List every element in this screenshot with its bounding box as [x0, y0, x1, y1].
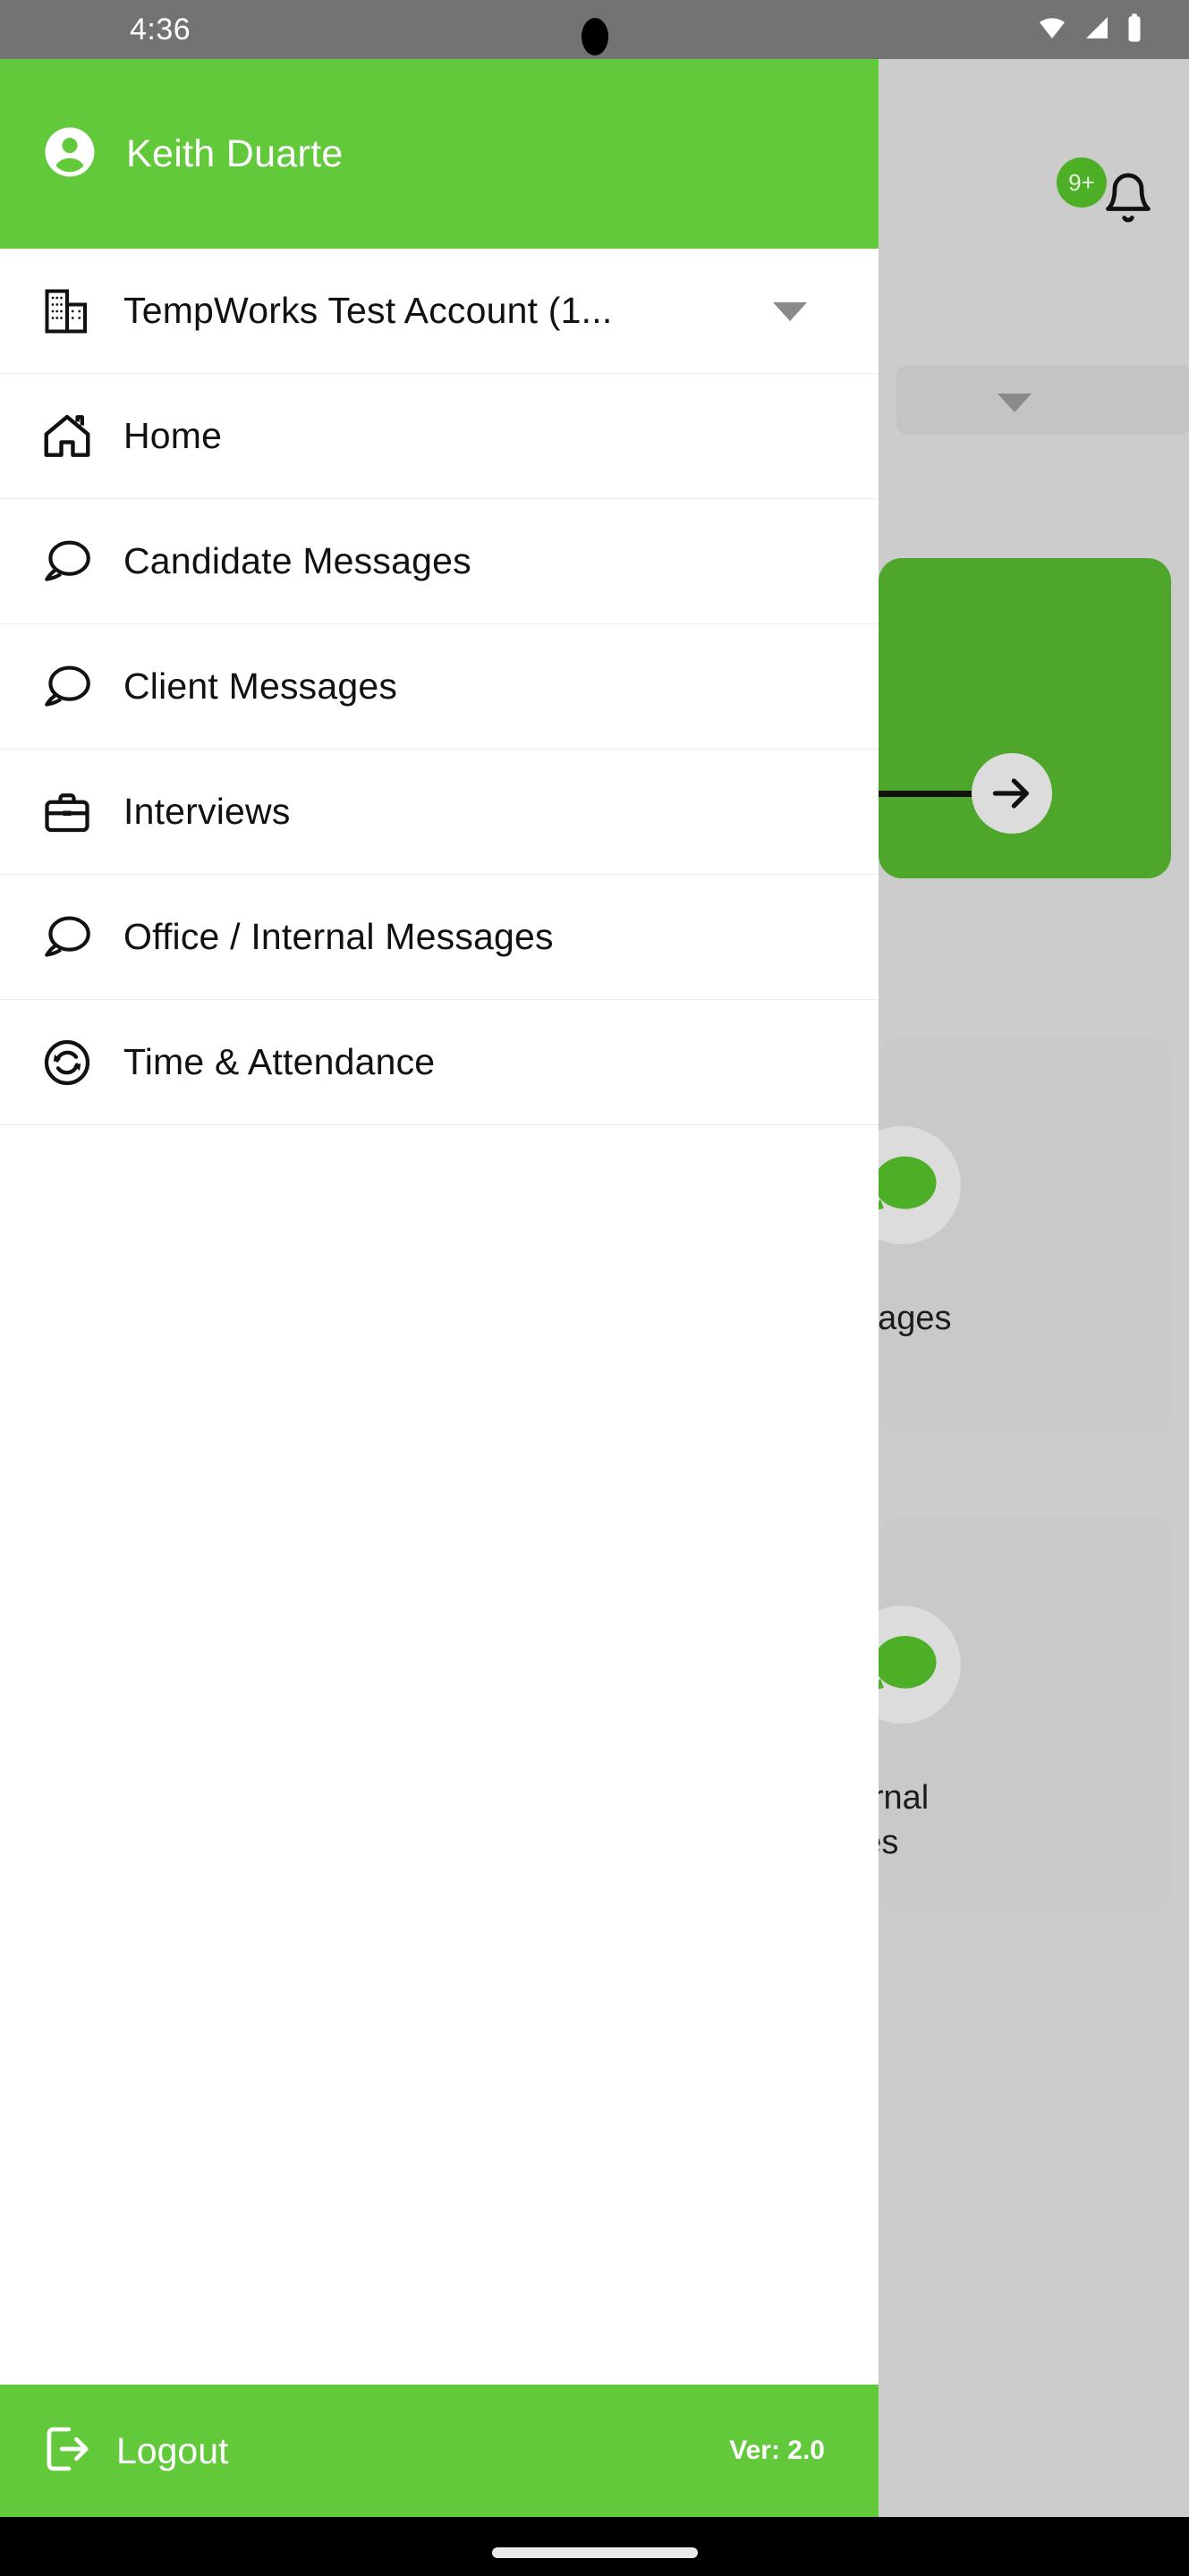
background-green-action-card[interactable] — [870, 558, 1171, 878]
sidebar-item-label: Office / Internal Messages — [123, 916, 554, 957]
status-bar-icons — [1035, 0, 1144, 59]
drawer-user-header[interactable]: Keith Duarte — [0, 59, 879, 249]
sidebar-item-time-attendance[interactable]: Time & Attendance — [0, 1000, 879, 1125]
home-indicator-pill[interactable] — [491, 2547, 698, 2558]
sidebar-item-interviews[interactable]: Interviews — [0, 750, 879, 875]
office-building-icon — [38, 282, 97, 341]
chat-bubble-icon — [38, 908, 97, 967]
drawer-user-name: Keith Duarte — [126, 131, 344, 175]
sidebar-item-client-messages[interactable]: Client Messages — [0, 624, 879, 750]
background-card-label: essages — [825, 1300, 952, 1337]
notification-count-badge: 9+ — [1057, 157, 1107, 208]
logout-label: Logout — [116, 2429, 229, 2471]
account-selector-row[interactable]: TempWorks Test Account (1... — [0, 249, 879, 374]
battery-icon — [1125, 13, 1144, 47]
cellular-signal-icon — [1082, 13, 1112, 47]
user-circle-icon — [40, 123, 99, 186]
account-selector-label: TempWorks Test Account (1... — [123, 290, 613, 331]
logout-button[interactable]: Logout Ver: 2.0 — [0, 2385, 879, 2517]
sidebar-item-label: Home — [123, 415, 223, 456]
background-card-label: nternal ages — [825, 1775, 1183, 1865]
sync-circle-icon — [38, 1033, 97, 1092]
chat-bubble-icon — [38, 532, 97, 591]
home-icon — [38, 407, 97, 466]
sidebar-item-candidate-messages[interactable]: Candidate Messages — [0, 499, 879, 624]
system-status-bar: 4:36 — [0, 0, 1189, 59]
camera-punch-hole — [581, 18, 608, 55]
bell-icon[interactable] — [1101, 170, 1155, 230]
chevron-down-icon[interactable] — [773, 302, 807, 321]
sidebar-item-label: Time & Attendance — [123, 1041, 436, 1082]
background-dropdown-field[interactable] — [896, 365, 1189, 435]
chevron-down-icon — [998, 394, 1032, 412]
background-card-candidate-messages[interactable]: essages — [825, 1037, 1171, 1434]
phone-screen: 9+ essages Keith Duarte TempWorks Test A… — [0, 0, 1189, 2576]
drawer-menu-list: TempWorks Test Account (1... Home Candid… — [0, 249, 879, 2385]
system-navigation-bar — [0, 2517, 1189, 2576]
sidebar-item-home[interactable]: Home — [0, 374, 879, 499]
sidebar-item-label: Client Messages — [123, 665, 398, 707]
notification-bell-group[interactable]: 9+ — [1057, 157, 1155, 225]
logout-exit-icon — [38, 2421, 93, 2481]
sidebar-item-label: Interviews — [123, 791, 291, 832]
background-card-office-internal-messages[interactable]: nternal ages — [825, 1516, 1171, 1913]
briefcase-icon — [38, 783, 97, 842]
wifi-icon — [1035, 13, 1069, 47]
arrow-right-icon[interactable] — [972, 753, 1052, 834]
sidebar-item-office-internal-messages[interactable]: Office / Internal Messages — [0, 875, 879, 1000]
sidebar-item-label: Candidate Messages — [123, 540, 471, 581]
chat-bubble-icon — [38, 657, 97, 716]
app-version-label: Ver: 2.0 — [729, 2436, 825, 2465]
navigation-drawer: Keith Duarte TempWorks Test Account (1..… — [0, 59, 879, 2517]
status-bar-clock: 4:36 — [130, 12, 191, 47]
